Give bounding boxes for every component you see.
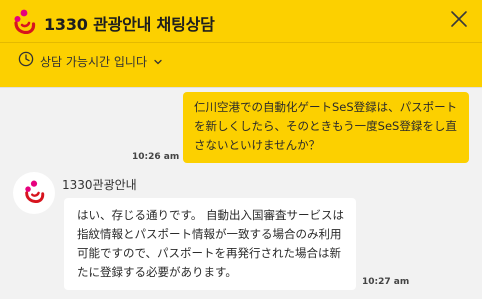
outgoing-message-bubble: 仁川空港での自動化ゲートSeS登録は、パスポートを新しくしたら、そのときもう一度… xyxy=(183,92,469,163)
tourism-logo-icon xyxy=(12,8,36,35)
chat-header: 1330 관광안내 채팅상담 상담 가능시간 입니다 xyxy=(0,0,482,87)
agent-avatar xyxy=(13,172,55,214)
header-divider xyxy=(0,42,482,43)
chat-title: 1330 관광안내 채팅상담 xyxy=(44,15,215,34)
close-icon xyxy=(451,11,467,27)
close-button[interactable] xyxy=(448,8,470,30)
incoming-message-bubble: はい、存じる通りです。 自動出入国審査サービスは指紋情報とパスポート情報が一致す… xyxy=(64,198,356,290)
sender-name: 1330관광안내 xyxy=(62,178,137,192)
tourism-logo-icon xyxy=(23,179,45,207)
clock-icon xyxy=(18,51,34,71)
hours-label: 상담 가능시간 입니다 xyxy=(40,54,147,69)
incoming-message-time: 10:27 am xyxy=(362,277,410,287)
chevron-down-icon xyxy=(153,52,163,71)
content-divider xyxy=(0,87,482,88)
outgoing-message-time: 10:26 am xyxy=(132,152,180,162)
hours-dropdown[interactable]: 상담 가능시간 입니다 xyxy=(18,51,163,71)
